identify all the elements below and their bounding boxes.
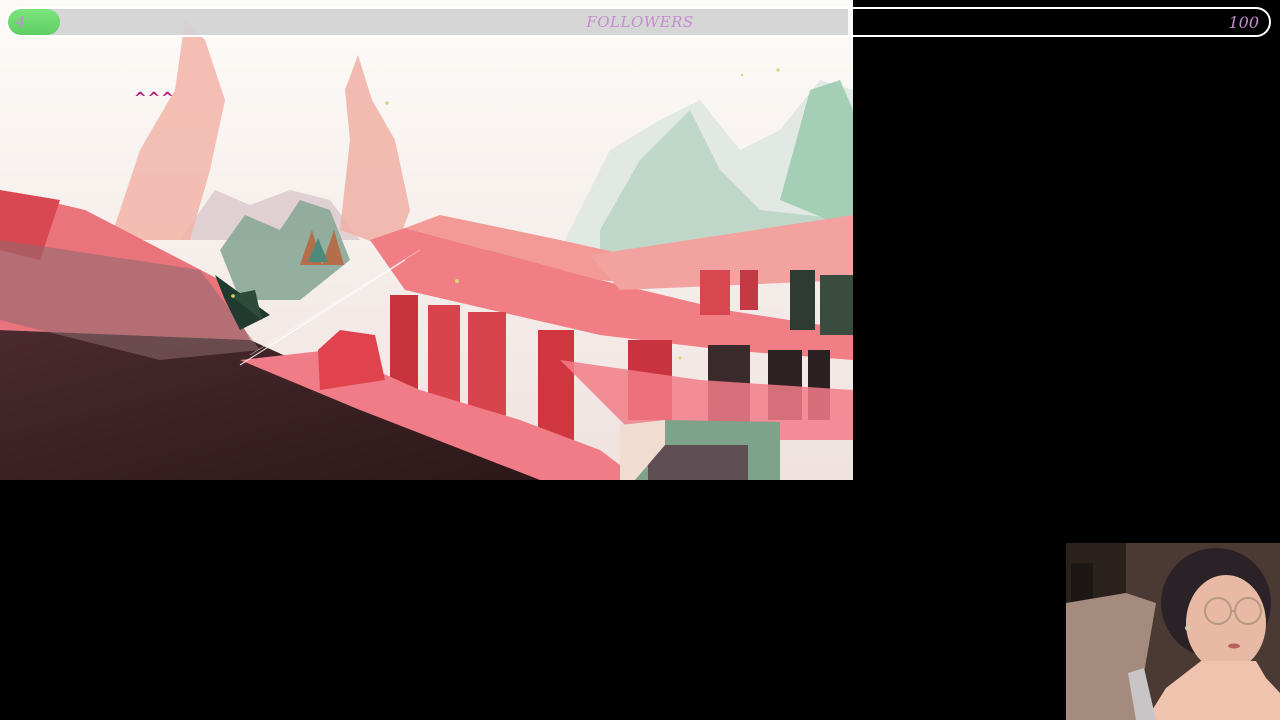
goal-track: [8, 9, 848, 35]
game-scene: [0, 0, 853, 480]
enemy-indicator: ^^^: [134, 89, 175, 107]
stream-layout: ^^^ 4 100 FOLLOWERS: [0, 0, 1280, 720]
streamer-face-icon: [1066, 543, 1280, 720]
goal-target-count: 100: [1228, 13, 1259, 32]
webcam-feed: [1066, 543, 1280, 720]
goal-current-count: 4: [16, 13, 26, 31]
follower-goal-bar: 4 100: [6, 7, 1271, 37]
game-viewport[interactable]: ^^^: [0, 0, 853, 480]
